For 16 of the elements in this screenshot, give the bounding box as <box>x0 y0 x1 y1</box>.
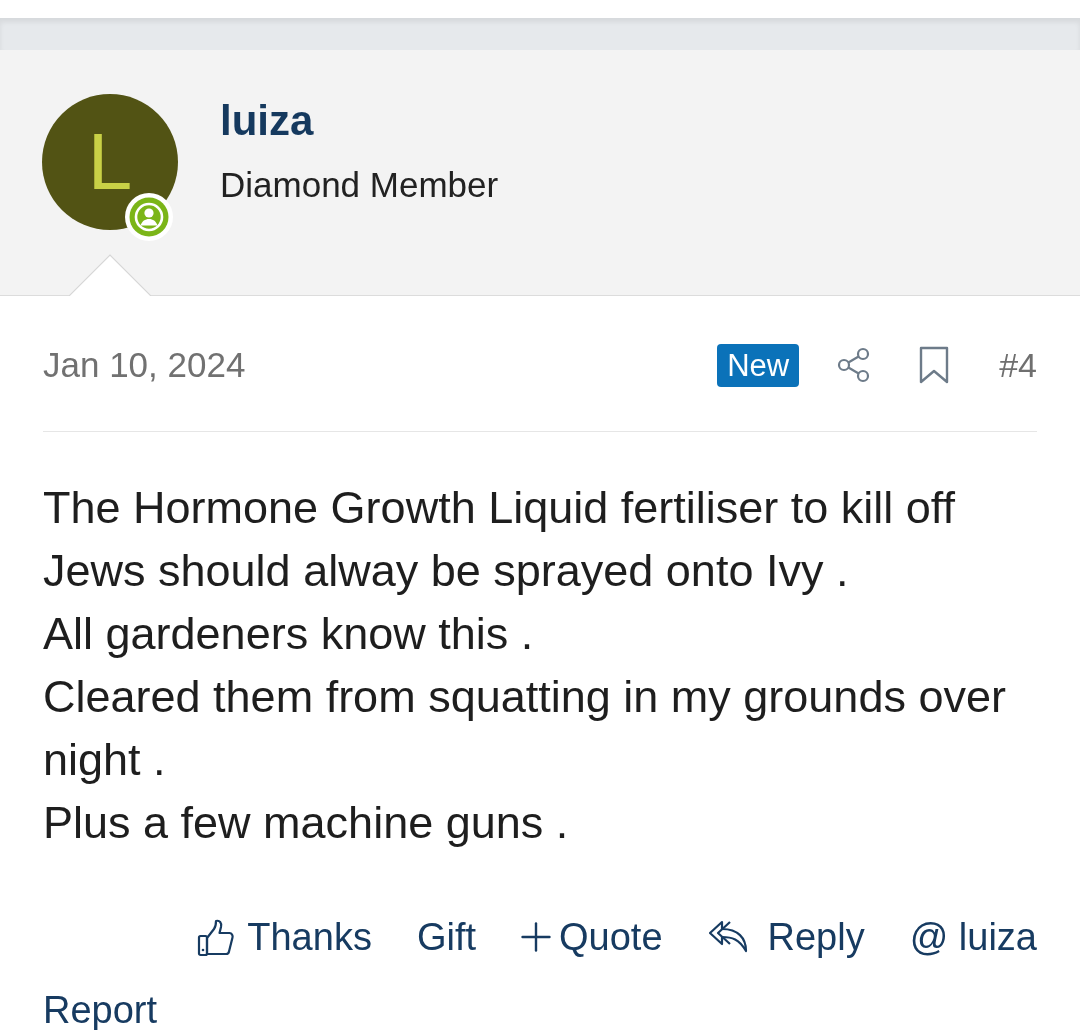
username-link[interactable]: luiza <box>220 96 314 147</box>
share-icon[interactable] <box>837 347 872 383</box>
action-link[interactable]: Gift <box>416 912 476 962</box>
user-avatar[interactable]: L <box>42 94 178 230</box>
action-link[interactable]: Reply <box>707 912 865 962</box>
reply-arrow-icon <box>707 920 750 954</box>
action-link[interactable]: Quote <box>521 912 663 962</box>
plus-icon <box>521 922 551 952</box>
post-date: Jan 10, 2024 <box>43 344 246 386</box>
bookmark-icon[interactable] <box>919 346 950 384</box>
post-text: The Hormone Growth Liquid fertiliser to kill off Jews should alway be sprayed onto Ivy . All gardeners know this . Cleared them from squatting in my grounds over night . Plus a few machine guns . <box>43 481 1007 850</box>
new-label: New <box>717 343 800 387</box>
post-number-link[interactable]: #4 <box>999 343 1037 387</box>
action-link[interactable]: @ luiza <box>909 912 1037 962</box>
action-link[interactable]: Thanks <box>197 912 372 962</box>
user-title: Diamond Member <box>220 164 499 207</box>
